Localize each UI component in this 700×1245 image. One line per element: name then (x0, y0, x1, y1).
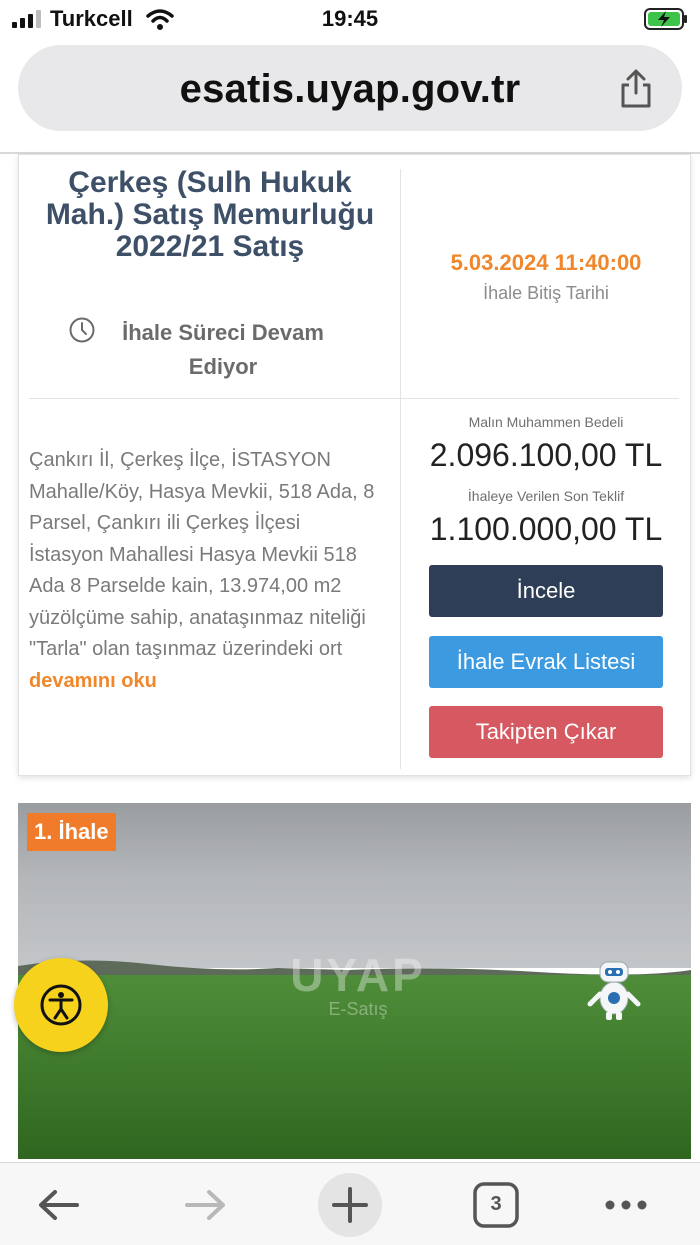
property-description: Çankırı İl, Çerkeş İlçe, İSTASYON Mahall… (29, 445, 379, 697)
tabs-button[interactable]: 3 (464, 1173, 528, 1237)
more-icon[interactable] (594, 1173, 658, 1237)
forward-arrow-icon[interactable] (173, 1173, 237, 1237)
appraised-value-label: Malın Muhammen Bedeli (468, 414, 624, 430)
last-bid-value: 1.100.000,00 TL (429, 511, 663, 547)
property-photo[interactable]: 1. İhale UYAP E-Satış (18, 803, 691, 1159)
auction-round-badge: 1. İhale (27, 813, 116, 851)
tab-count: 3 (490, 1193, 502, 1215)
new-tab-button[interactable] (318, 1173, 382, 1237)
status-bar: Turkcell 19:45 (0, 0, 700, 40)
battery-charging-icon (644, 8, 687, 30)
last-bid-label: İhaleye Verilen Son Teklif (467, 488, 625, 504)
photo-sky (18, 803, 691, 968)
auction-status-text: İhale Süreci Devam Ediyor (122, 320, 324, 379)
status-time: 19:45 (321, 6, 379, 31)
end-date-label: İhale Bitiş Tarihi (483, 283, 609, 303)
plus-icon (332, 1187, 368, 1223)
watermark-sub: E-Satış (328, 999, 388, 1019)
description-text: Çankırı İl, Çerkeş İlçe, İSTASYON Mahall… (29, 449, 375, 660)
documents-list-button[interactable]: İhale Evrak Listesi (429, 636, 663, 688)
address-bar[interactable]: esatis.uyap.gov.tr (18, 45, 682, 131)
end-date: 5.03.2024 11:40:00 (450, 250, 642, 275)
inspect-button[interactable]: İncele (429, 565, 663, 617)
auction-title[interactable]: Çerkeş (Sulh Hukuk Mah.) Satış Memurluğu… (29, 167, 391, 263)
watermark-main: UYAP (290, 949, 426, 1001)
url-text[interactable]: esatis.uyap.gov.tr (18, 67, 682, 112)
accessibility-button[interactable] (14, 958, 108, 1052)
row-divider (29, 398, 679, 399)
back-arrow-icon[interactable] (27, 1173, 91, 1237)
appraised-value: 2.096.100,00 TL (429, 437, 663, 473)
clock-icon (69, 317, 95, 343)
accessibility-icon (40, 984, 82, 1026)
unfollow-button[interactable]: Takipten Çıkar (429, 706, 663, 758)
read-more-link[interactable]: devamını oku (29, 670, 157, 692)
share-icon[interactable] (618, 69, 654, 109)
auction-card: Çerkeş (Sulh Hukuk Mah.) Satış Memurluğu… (18, 154, 691, 776)
browser-toolbar: 3 (0, 1162, 700, 1245)
robot-mascot-icon (587, 961, 641, 1020)
uyap-watermark: UYAP E-Satış (258, 951, 458, 1019)
